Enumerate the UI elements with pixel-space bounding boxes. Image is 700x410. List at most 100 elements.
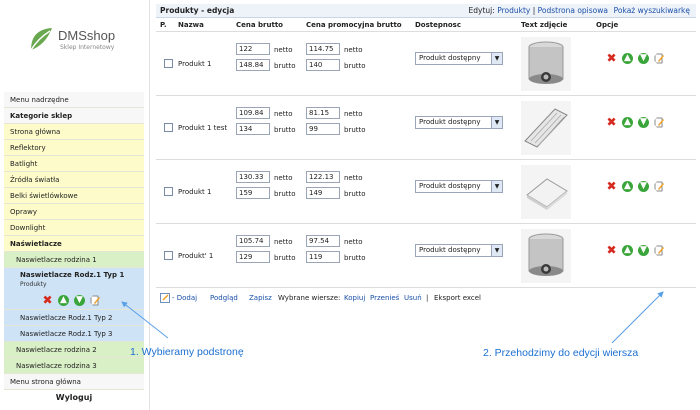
edit-subpage-link[interactable]: Podstrona opisowa [538, 6, 608, 15]
sidebar-item-naswietlacze[interactable]: Naświetlacze [4, 236, 144, 252]
edit-links: Edytuj: Produkty | Podstrona opisowa [469, 4, 608, 18]
product-thumbnail[interactable] [521, 37, 571, 91]
sidebar-item-typ-3[interactable]: Naswietlacze Rodz.1 Typ 3 [4, 326, 144, 342]
sidebar-item-menu-nadrzedne[interactable]: Menu nadrzędne [4, 92, 144, 108]
sidebar-item-menu-strona-glowna[interactable]: Menu strona główna [4, 374, 144, 390]
delete-icon[interactable]: ✖ [606, 52, 617, 64]
sidebar-item-batlight[interactable]: Batlight [4, 156, 144, 172]
availability-value: Produkt dostępny [419, 246, 481, 254]
product-thumbnail[interactable] [521, 229, 571, 283]
promo-gross-input[interactable]: 99 [306, 123, 340, 135]
copy-button[interactable]: Kopiuj [344, 290, 365, 306]
price-gross-input[interactable]: 148.84 [236, 59, 270, 71]
delete-icon[interactable]: ✖ [606, 180, 617, 192]
price-net-input[interactable]: 109.84 [236, 107, 270, 119]
selected-rows-label: Wybrane wiersze: [278, 294, 341, 302]
row-checkbox[interactable] [164, 59, 173, 68]
move-up-icon[interactable]: ▲ [622, 117, 633, 128]
show-search-link[interactable]: Pokaż wyszukiwarkę [614, 4, 690, 18]
delete-button[interactable]: Usuń [404, 290, 422, 306]
move-up-icon[interactable]: ▲ [622, 245, 633, 256]
delete-icon[interactable]: ✖ [606, 244, 617, 256]
chevron-down-icon: ▼ [491, 53, 502, 64]
move-up-icon[interactable]: ▲ [622, 181, 633, 192]
sidebar-item-rodzina-1[interactable]: Naswietlacze rodzina 1 [4, 252, 144, 268]
price-net-input[interactable]: 130.33 [236, 171, 270, 183]
sidebar-selected-sub[interactable]: Produkty [20, 281, 144, 288]
logo-tagline: Sklep Internetowy [60, 44, 115, 51]
net-label: netto [274, 110, 293, 118]
sidebar-item-rodzina-2[interactable]: Naswietlacze rodzina 2 [4, 342, 144, 358]
add-icon[interactable] [160, 293, 170, 303]
sidebar-item-downlight[interactable]: Downlight [4, 220, 144, 236]
export-button[interactable]: Eksport excel [434, 290, 481, 306]
col-name: Nazwa [178, 21, 204, 29]
product-name: Produkt' 1 [178, 252, 214, 260]
promo-net-input[interactable]: 114.75 [306, 43, 340, 55]
promo-net-input[interactable]: 122.13 [306, 171, 340, 183]
availability-select[interactable]: Produkt dostępny ▼ [415, 180, 503, 193]
price-gross-input[interactable]: 159 [236, 187, 270, 199]
chevron-down-icon: ▼ [491, 245, 502, 256]
sidebar-item-selected[interactable]: Naswietlacze Rodz.1 Typ 1 Produkty ✖ ▲ ▼ [4, 268, 144, 310]
promo-net-input[interactable]: 81.15 [306, 107, 340, 119]
gross-label: brutto [274, 62, 296, 70]
sidebar-item-typ-2[interactable]: Naswietlacze Rodz.1 Typ 2 [4, 310, 144, 326]
delete-icon[interactable]: ✖ [606, 116, 617, 128]
save-button[interactable]: Zapisz [249, 290, 272, 306]
preview-button[interactable]: Podgląd [210, 290, 238, 306]
edit-icon[interactable] [654, 181, 665, 192]
logout-button[interactable]: Wyloguj [0, 393, 148, 402]
promo-gross-input[interactable]: 119 [306, 251, 340, 263]
main-panel: Produkty - edycja Edytuj: Produkty | Pod… [156, 4, 696, 306]
chevron-down-icon: ▼ [491, 117, 502, 128]
logo-leaf-icon [30, 28, 52, 51]
sidebar-item-oprawy[interactable]: Oprawy [4, 204, 144, 220]
col-image: Text zdjęcie [521, 21, 568, 29]
move-down-icon[interactable]: ▼ [638, 245, 649, 256]
move-down-icon[interactable]: ▼ [638, 117, 649, 128]
table-row: Produkt 1 122 netto 148.84 brutto 114.75 netto… [156, 32, 696, 96]
price-gross-input[interactable]: 134 [236, 123, 270, 135]
add-button[interactable]: - Dodaj [172, 290, 197, 306]
gross-label: brutto [274, 254, 296, 262]
move-up-icon[interactable]: ▲ [58, 295, 69, 306]
annotation-right: 2. Przehodzimy do edycji wiersza [483, 347, 639, 359]
price-gross-input[interactable]: 129 [236, 251, 270, 263]
availability-select[interactable]: Produkt dostępny ▼ [415, 116, 503, 129]
row-checkbox[interactable] [164, 251, 173, 260]
sidebar-selected-label: Naswietlacze Rodz.1 Typ 1 [20, 271, 125, 279]
edit-icon[interactable] [654, 245, 665, 256]
move-button[interactable]: Przenieś [370, 290, 399, 306]
sidebar-item-reflektory[interactable]: Reflektory [4, 140, 144, 156]
sidebar-item-zrodla-swiatla[interactable]: Źródła światła [4, 172, 144, 188]
move-down-icon[interactable]: ▼ [638, 181, 649, 192]
promo-gross-input[interactable]: 140 [306, 59, 340, 71]
edit-icon[interactable] [654, 53, 665, 64]
edit-icon[interactable] [654, 117, 665, 128]
promo-gross-input[interactable]: 149 [306, 187, 340, 199]
table-footer: - Dodaj Podgląd Zapisz Wybrane wiersze: … [156, 290, 696, 306]
price-net-input[interactable]: 122 [236, 43, 270, 55]
product-thumbnail[interactable] [521, 165, 571, 219]
row-checkbox[interactable] [164, 187, 173, 196]
sidebar-item-strona-glowna[interactable]: Strona główna [4, 124, 144, 140]
product-thumbnail[interactable] [521, 101, 571, 155]
delete-icon[interactable]: ✖ [42, 294, 53, 306]
move-down-icon[interactable]: ▼ [74, 295, 85, 306]
net-label: netto [344, 110, 363, 118]
sidebar-item-rodzina-3[interactable]: Naswietlacze rodzina 3 [4, 358, 144, 374]
price-net-input[interactable]: 105.74 [236, 235, 270, 247]
table-header: P. Nazwa Cena brutto Cena promocyjna bru… [156, 18, 696, 32]
sidebar-item-kategorie-sklep[interactable]: Kategorie sklep [4, 108, 144, 124]
move-down-icon[interactable]: ▼ [638, 53, 649, 64]
logo-brand: DMSshop [58, 28, 116, 43]
availability-select[interactable]: Produkt dostępny ▼ [415, 244, 503, 257]
row-checkbox[interactable] [164, 123, 173, 132]
move-up-icon[interactable]: ▲ [622, 53, 633, 64]
sidebar-item-belki[interactable]: Belki świetlówkowe [4, 188, 144, 204]
availability-select[interactable]: Produkt dostępny ▼ [415, 52, 503, 65]
edit-products-link[interactable]: Produkty [497, 6, 530, 15]
edit-icon[interactable] [90, 295, 101, 306]
promo-net-input[interactable]: 97.54 [306, 235, 340, 247]
